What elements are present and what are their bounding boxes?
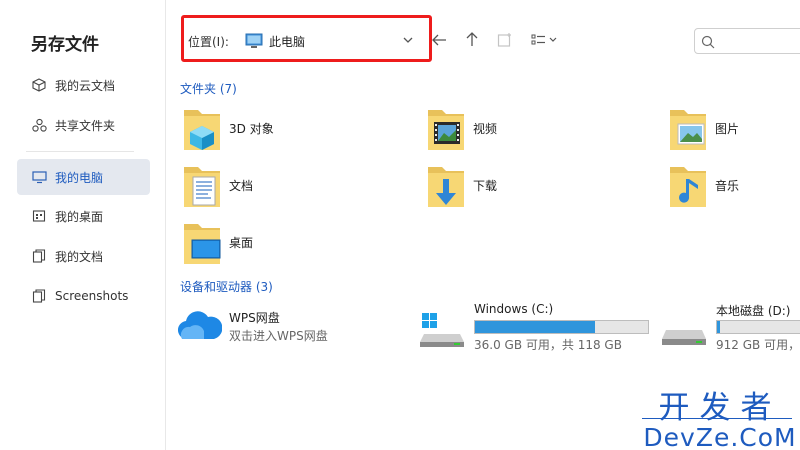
folder-label: 音乐 [715,179,740,193]
documents-folder-icon [180,163,224,211]
desktop-folder-icon [180,220,224,268]
drive-subtitle: 912 GB 可用，共 [716,338,800,352]
3d-objects-folder-icon [180,106,224,154]
drive-subtitle: 双击进入WPS网盘 [229,329,328,343]
watermark: 开发者 DevZe.CoM [640,382,800,450]
folder-documents[interactable]: 文档 [180,163,400,211]
drive-wps-cloud[interactable]: WPS网盘 双击进入WPS网盘 [177,309,378,359]
drive-icon [420,312,466,352]
folder-downloads[interactable]: 下载 [424,163,644,211]
folder-pictures[interactable]: 图片 [666,106,800,154]
sidebar-item-label: 我的文档 [55,249,104,264]
folder-music[interactable]: 音乐 [666,163,800,211]
up-button[interactable] [461,30,483,52]
drive-usage-fill [475,321,596,333]
folder-label: 下载 [473,179,498,193]
folder-label: 视频 [473,122,498,136]
drive-d[interactable]: 本地磁盘 (D:) 912 GB 可用，共 [662,302,800,352]
watermark-line1: 开发者 [658,390,782,426]
this-pc-icon [245,33,263,49]
search-box[interactable] [694,28,800,54]
location-dropdown[interactable]: 此电脑 [239,28,422,54]
drive-subtitle: 36.0 GB 可用，共 118 GB [474,338,622,352]
location-label: 位置(I): [188,35,229,49]
drive-c[interactable]: Windows (C:) 36.0 GB 可用，共 118 GB [420,302,660,352]
computer-icon [31,169,47,185]
documents-icon [31,248,47,264]
downloads-folder-icon [424,163,468,211]
videos-folder-icon [424,106,468,154]
sidebar: 另存文件 我的云文档 共享文件夹 我的电脑 我的桌面 我的文档 Screensh… [0,0,166,450]
watermark-line2: DevZe.CoM [643,423,797,450]
list-view-icon [531,32,559,51]
drive-icon [662,312,708,352]
folder-desktop[interactable]: 桌面 [180,220,400,268]
pictures-folder-icon [666,106,710,154]
drive-name: 本地磁盘 (D:) [716,304,791,318]
new-folder-icon [497,32,513,51]
sidebar-item-cloud-docs[interactable]: 我的云文档 [17,67,150,103]
drive-name: Windows (C:) [474,302,554,316]
drive-usage-fill [717,321,720,333]
wps-cloud-icon [177,309,223,347]
back-button[interactable] [428,30,450,52]
drive-usage-bar [474,320,649,334]
sidebar-item-label: 我的云文档 [55,78,116,93]
folder-label: 图片 [715,122,740,136]
sidebar-divider [26,151,134,152]
folder-label: 桌面 [229,236,254,250]
sidebar-item-label: 我的电脑 [55,170,104,185]
chevron-down-icon [402,34,414,46]
new-folder-button[interactable] [494,30,516,52]
sidebar-item-my-documents[interactable]: 我的文档 [17,238,150,274]
view-mode-button[interactable] [530,30,560,52]
dialog-title: 另存文件 [31,35,99,55]
folder-3d-objects[interactable]: 3D 对象 [180,106,400,154]
search-input[interactable] [721,32,800,50]
sidebar-item-my-computer[interactable]: 我的电脑 [17,159,150,195]
location-value: 此电脑 [269,34,306,49]
sidebar-item-shared-folder[interactable]: 共享文件夹 [17,107,150,143]
sidebar-item-my-desktop[interactable]: 我的桌面 [17,198,150,234]
search-icon [701,34,715,49]
folder-label: 3D 对象 [229,122,274,136]
music-folder-icon [666,163,710,211]
sidebar-item-label: 我的桌面 [55,209,104,224]
arrow-left-icon [431,32,447,51]
folders-section-title: 文件夹 (7) [180,82,237,96]
folder-videos[interactable]: 视频 [424,106,644,154]
drive-name: WPS网盘 [229,311,280,325]
share-folder-icon [31,117,47,133]
folder-icon [31,288,47,304]
arrow-up-icon [465,31,479,51]
folder-label: 文档 [229,179,254,193]
sidebar-item-label: Screenshots [55,289,129,303]
sidebar-item-label: 共享文件夹 [55,118,116,133]
sidebar-item-screenshots[interactable]: Screenshots [17,278,150,314]
watermark-divider [642,418,792,419]
desktop-icon [31,208,47,224]
drives-section-title: 设备和驱动器 (3) [180,280,273,294]
drive-usage-bar [716,320,800,334]
cloud-doc-icon [31,77,47,93]
